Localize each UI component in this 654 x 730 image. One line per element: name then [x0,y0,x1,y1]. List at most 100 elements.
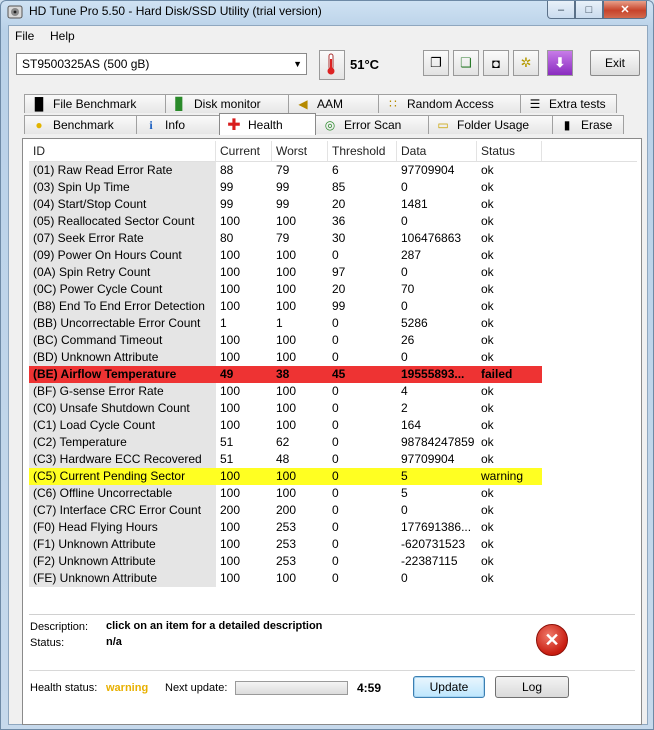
cell-worst: 100 [276,299,297,313]
table-row[interactable]: (BC) Command Timeout 100 100 0 26 ok [29,332,542,349]
cell-data: 5286 [401,316,428,330]
tab-disk-monitor[interactable]: ▊ Disk monitor [165,94,289,113]
table-row[interactable]: (C7) Interface CRC Error Count 200 200 0 0 ok [29,502,542,519]
table-row[interactable]: (B8) End To End Error Detection 100 100 99 0… [29,298,542,315]
cell-status: ok [481,350,494,364]
cell-data: -620731523 [401,537,466,551]
update-progress-bar [235,681,348,695]
table-row[interactable]: (05) Reallocated Sector Count 100 100 36 0 ok [29,213,542,230]
cell-worst: 38 [272,366,328,383]
cell-worst: 100 [276,401,297,415]
cell-data: 2 [401,401,408,415]
cell-threshold: 0 [332,503,339,517]
cell-data: 106476863 [401,231,462,245]
cell-data: 19555893... [397,366,477,383]
exit-button[interactable]: Exit [590,50,640,76]
drive-select-value: ST9500325AS (500 gB) [22,57,150,71]
erase-trash-icon: ▮ [563,118,571,132]
maximize-button[interactable]: □ [575,1,603,19]
screenshot-button[interactable]: ◘ [483,50,509,76]
cell-threshold: 0 [332,384,339,398]
table-row[interactable]: (04) Start/Stop Count 99 99 20 1481 ok [29,196,542,213]
cell-current: 100 [220,248,241,262]
table-row[interactable]: (C2) Temperature 51 62 0 98784247859 ok [29,434,542,451]
log-button[interactable]: Log [495,676,569,698]
table-row[interactable]: (C6) Offline Uncorrectable 100 100 0 5 ok [29,485,542,502]
cell-threshold: 0 [332,537,339,551]
cell-threshold: 20 [332,197,346,211]
tab-row-bottom: ● Benchmark i Info ✚ Health ◎ Error Scan… [24,113,624,135]
minimize-button[interactable]: – [547,1,575,19]
cell-status: ok [481,554,494,568]
tab-label: Erase [581,118,613,132]
column-header-threshold[interactable]: Threshold [328,141,397,161]
tab-erase[interactable]: ▮ Erase [552,115,624,134]
drive-select[interactable]: ST9500325AS (500 gB) ▼ [16,53,307,75]
cell-status: ok [481,503,494,517]
cell-threshold: 0 [332,418,339,432]
cell-data: 98784247859 [401,435,475,449]
health-cross-icon: ✚ [227,116,241,134]
tab-random-access[interactable]: ∷ Random Access [378,94,521,113]
window-title: HD Tune Pro 5.50 - Hard Disk/SSD Utility… [29,4,322,18]
cell-threshold: 97 [332,265,346,279]
column-header-status[interactable]: Status [477,141,542,161]
tab-error-scan[interactable]: ◎ Error Scan [315,115,429,134]
cell-status: ok [481,384,494,398]
table-row[interactable]: (0C) Power Cycle Count 100 100 20 70 ok [29,281,542,298]
update-button[interactable]: Update [413,676,485,698]
tab-health[interactable]: ✚ Health [219,113,316,135]
table-row[interactable]: (F1) Unknown Attribute 100 253 0 -620731523 o… [29,536,542,553]
menu-file[interactable]: File [15,29,34,43]
cell-status: ok [481,537,494,551]
smart-table-body: (01) Raw Read Error Rate 88 79 6 97709904 ok(… [29,162,542,587]
table-row[interactable]: (BF) G-sense Error Rate 100 100 0 4 ok [29,383,542,400]
column-header-current[interactable]: Current [216,141,272,161]
title-bar[interactable]: HD Tune Pro 5.50 - Hard Disk/SSD Utility… [1,1,653,23]
tab-extra-tests[interactable]: ☰ Extra tests [520,94,617,113]
table-row[interactable]: (FE) Unknown Attribute 100 100 0 0 ok [29,570,542,587]
cell-id: (C0) Unsafe Shutdown Count [29,400,216,417]
table-row[interactable]: (BB) Uncorrectable Error Count 1 1 0 5286 ok [29,315,542,332]
table-row[interactable]: (09) Power On Hours Count 100 100 0 287 ok [29,247,542,264]
table-row[interactable]: (0A) Spin Retry Count 100 100 97 0 ok [29,264,542,281]
copy-screen-button[interactable]: ❏ [453,50,479,76]
table-row[interactable]: (01) Raw Read Error Rate 88 79 6 97709904 ok [29,162,542,179]
cell-current: 200 [220,503,241,517]
table-row[interactable]: (03) Spin Up Time 99 99 85 0 ok [29,179,542,196]
save-button[interactable]: ⬇ [547,50,573,76]
speaker-icon: ◀ [298,97,308,111]
cell-data: 26 [401,333,415,347]
cell-current: 100 [220,537,241,551]
table-row[interactable]: (BE) Airflow Temperature 49 38 45 19555893..… [29,366,542,383]
menu-help[interactable]: Help [50,29,75,43]
table-row[interactable]: (C5) Current Pending Sector 100 100 0 5 warni… [29,468,542,485]
save-download-icon: ⬇ [554,55,566,70]
screenshot-camera-icon: ◘ [492,55,500,71]
tab-file-benchmark[interactable]: █ File Benchmark [24,94,166,113]
table-row[interactable]: (C1) Load Cycle Count 100 100 0 164 ok [29,417,542,434]
column-header-data[interactable]: Data [397,141,477,161]
table-row[interactable]: (F0) Head Flying Hours 100 253 0 177691386..… [29,519,542,536]
cell-data: 164 [401,418,422,432]
tab-label: Info [165,118,186,132]
table-row[interactable]: (C3) Hardware ECC Recovered 51 48 0 97709904… [29,451,542,468]
table-row[interactable]: (F2) Unknown Attribute 100 253 0 -22387115 ok [29,553,542,570]
column-header-id[interactable]: ID [29,141,216,161]
table-row[interactable]: (07) Seek Error Rate 80 79 30 106476863 ok [29,230,542,247]
column-header-worst[interactable]: Worst [272,141,328,161]
tab-benchmark[interactable]: ● Benchmark [24,115,137,134]
tab-aam[interactable]: ◀ AAM [288,94,379,113]
tab-label: AAM [317,97,344,111]
cell-current: 49 [216,366,272,383]
table-row[interactable]: (C0) Unsafe Shutdown Count 100 100 0 2 ok [29,400,542,417]
tab-info[interactable]: i Info [136,115,220,134]
random-access-icon: ∷ [389,97,397,111]
options-button[interactable]: ✲ [513,50,539,76]
cell-status: ok [481,282,494,296]
close-button[interactable]: ✕ [603,1,647,19]
cell-threshold: 0 [332,435,339,449]
tab-folder-usage[interactable]: ▭ Folder Usage [428,115,553,134]
copy-text-button[interactable]: ❐ [423,50,449,76]
table-row[interactable]: (BD) Unknown Attribute 100 100 0 0 ok [29,349,542,366]
